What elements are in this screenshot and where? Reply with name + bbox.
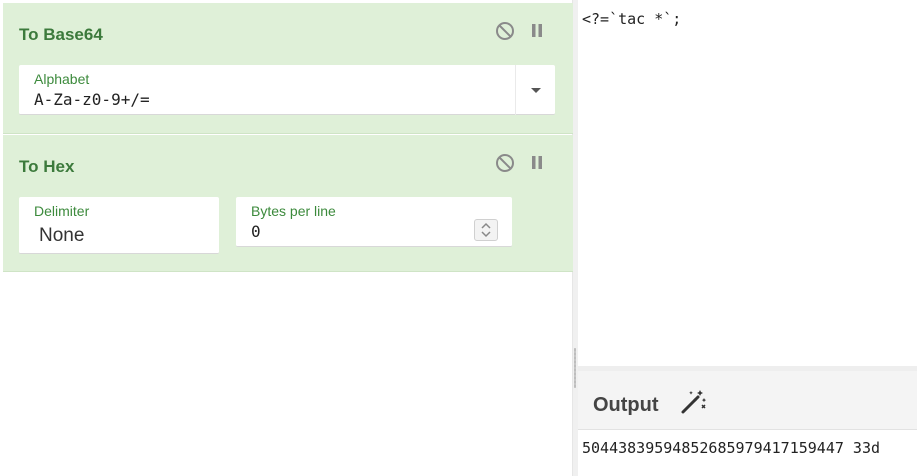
number-stepper[interactable] <box>474 219 498 241</box>
select-divider <box>515 65 516 115</box>
disable-icon[interactable] <box>495 153 515 173</box>
operation-to-hex[interactable]: To Hex Delimiter None Bytes per line 0 <box>3 135 573 272</box>
bytes-per-line-value: 0 <box>251 222 261 241</box>
magic-wand-icon[interactable] <box>678 387 708 422</box>
pause-icon[interactable] <box>529 154 545 172</box>
bytes-per-line-label: Bytes per line <box>251 203 336 219</box>
delimiter-select[interactable]: Delimiter None <box>19 197 219 254</box>
chevron-down-icon[interactable] <box>531 88 541 93</box>
operation-controls <box>495 21 545 41</box>
output-header: Output <box>578 371 917 430</box>
recipe-panel: To Base64 Alphabet A-Za-z0-9+/= To Hex D… <box>0 0 573 476</box>
output-text[interactable]: 50443839594852685979417159447 33d <box>582 439 880 457</box>
input-pane[interactable]: <?=`tac *`; <box>578 0 917 366</box>
bytes-per-line-input[interactable]: Bytes per line 0 <box>236 197 512 247</box>
input-text[interactable]: <?=`tac *`; <box>582 10 681 28</box>
operation-to-base64[interactable]: To Base64 Alphabet A-Za-z0-9+/= <box>3 3 573 134</box>
delimiter-value: None <box>39 225 85 246</box>
delimiter-label: Delimiter <box>34 203 90 219</box>
stepper-up-icon[interactable] <box>481 222 491 229</box>
alphabet-label: Alphabet <box>34 71 90 87</box>
output-title: Output <box>593 394 659 416</box>
operation-controls <box>495 153 545 173</box>
operation-title: To Base64 <box>19 25 103 44</box>
stepper-down-icon[interactable] <box>481 231 491 238</box>
pause-icon[interactable] <box>529 22 545 40</box>
disable-icon[interactable] <box>495 21 515 41</box>
alphabet-value: A-Za-z0-9+/= <box>34 90 150 109</box>
alphabet-select[interactable]: Alphabet A-Za-z0-9+/= <box>19 65 555 115</box>
splitter-grip-icon[interactable] <box>574 348 576 388</box>
operation-title: To Hex <box>19 157 75 176</box>
